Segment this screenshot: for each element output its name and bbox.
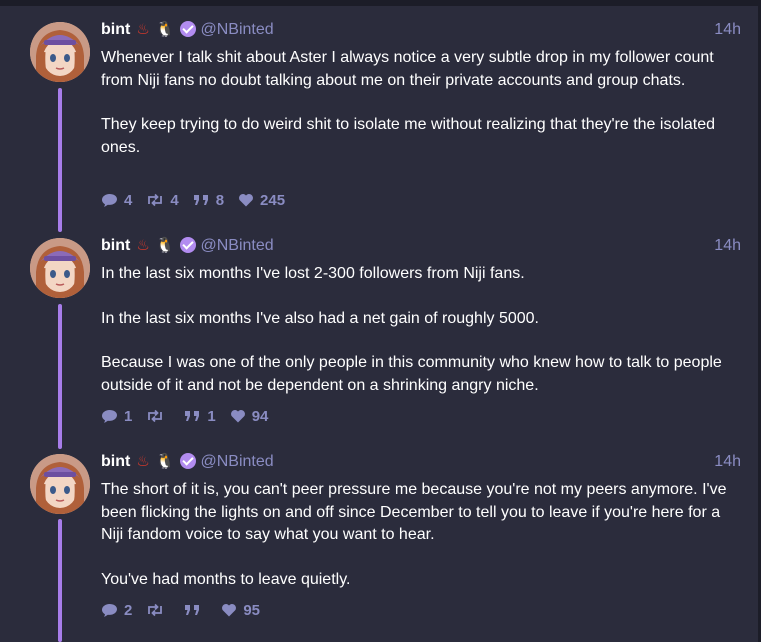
quote-count: 8: [215, 191, 225, 209]
reply-count: 4: [124, 191, 133, 209]
verified-icon: [180, 453, 197, 469]
quote-icon: [184, 410, 201, 422]
verified-icon: [180, 237, 197, 253]
reply-count: 1: [124, 407, 133, 425]
repost-button[interactable]: 4: [146, 191, 179, 209]
user-handle[interactable]: @NBinted: [200, 21, 273, 38]
post-body: The short of it is, you can't peer press…: [101, 479, 741, 591]
timestamp[interactable]: 14h: [714, 451, 741, 473]
post-body: Whenever I talk shit about Aster I alway…: [101, 47, 741, 159]
reply-count: 2: [124, 601, 133, 619]
thread-connector: [58, 519, 62, 642]
avatar[interactable]: [30, 22, 90, 82]
like-button[interactable]: 94: [230, 407, 269, 425]
reply-button[interactable]: 1: [101, 408, 132, 425]
avatar[interactable]: [30, 454, 90, 514]
quote-icon: [184, 604, 201, 616]
like-icon: [238, 193, 254, 207]
avatar-image: [30, 238, 90, 298]
repost-button[interactable]: [146, 603, 170, 617]
thread-connector: [58, 304, 62, 449]
hot-springs-emoji: ♨: [136, 237, 150, 254]
timestamp[interactable]: 14h: [714, 235, 741, 257]
post-paragraph: In the last six months I've also had a n…: [101, 309, 539, 327]
quote-button[interactable]: 1: [184, 407, 216, 425]
post-paragraph: Because I was one of the only people in …: [101, 354, 722, 394]
quote-button[interactable]: 8: [193, 192, 224, 209]
post-paragraph: Whenever I talk shit about Aster I alway…: [101, 49, 714, 89]
avatar-image: [30, 22, 90, 82]
reply-icon: [101, 409, 118, 424]
display-name[interactable]: bint: [101, 237, 130, 254]
repost-icon: [146, 603, 164, 617]
repost-button[interactable]: [146, 409, 170, 423]
post-header: bint ♨ 🐧 @NBinted 14h: [101, 451, 741, 473]
user-handle[interactable]: @NBinted: [200, 237, 273, 254]
thread-connector: [58, 88, 62, 232]
post-paragraph: In the last six months I've lost 2-300 f…: [101, 265, 525, 282]
user-handle[interactable]: @NBinted: [200, 453, 273, 470]
repost-icon: [146, 193, 164, 207]
quote-icon: [193, 194, 210, 206]
like-icon: [221, 603, 237, 617]
reply-button[interactable]: 2: [101, 602, 132, 619]
avatar-image: [30, 454, 90, 514]
post-paragraph: They keep trying to do weird shit to iso…: [101, 116, 716, 156]
like-button[interactable]: 95: [221, 602, 260, 619]
display-name[interactable]: bint: [101, 21, 130, 38]
avatar[interactable]: [30, 238, 90, 298]
hot-springs-emoji: ♨: [136, 21, 150, 38]
post[interactable]: bint ♨ 🐧 @NBinted 14h The short of it is, y…: [0, 439, 758, 642]
post-paragraph: You've had months to leave quietly.: [101, 570, 351, 588]
post-header: bint ♨ 🐧 @NBinted 14h: [101, 235, 741, 257]
post-header: bint ♨ 🐧 @NBinted 14h: [101, 19, 741, 41]
verified-icon: [180, 21, 197, 37]
quote-button[interactable]: [184, 604, 207, 616]
thread: bint ♨ 🐧 @NBinted 14h Whenever I talk shit …: [0, 6, 758, 642]
penguin-emoji: 🐧: [155, 453, 175, 470]
like-count: 95: [243, 601, 261, 619]
post[interactable]: bint ♨ 🐧 @NBinted 14h Whenever I talk shit …: [0, 6, 758, 232]
reply-icon: [101, 193, 118, 208]
like-count: 94: [251, 407, 269, 425]
quote-count: 1: [207, 407, 216, 425]
reply-button[interactable]: 4: [101, 192, 132, 209]
timestamp[interactable]: 14h: [714, 19, 741, 41]
post-paragraph: The short of it is, you can't peer press…: [101, 481, 727, 543]
penguin-emoji: 🐧: [155, 237, 175, 254]
like-count: 245: [260, 191, 286, 209]
reply-icon: [101, 603, 118, 618]
repost-icon: [146, 409, 164, 423]
like-button[interactable]: 245: [238, 192, 285, 209]
hot-springs-emoji: ♨: [136, 453, 150, 470]
repost-count: 4: [170, 191, 179, 209]
post-actions: 2 95: [101, 599, 274, 621]
post-body: In the last six months I've lost 2-300 f…: [101, 263, 741, 397]
post-actions: 4 4 8 245: [101, 189, 299, 211]
post-actions: 1 1 94: [101, 405, 282, 427]
like-icon: [230, 409, 246, 423]
display-name[interactable]: bint: [101, 453, 130, 470]
post[interactable]: bint ♨ 🐧 @NBinted 14h In the last six month…: [0, 222, 758, 449]
penguin-emoji: 🐧: [155, 21, 175, 38]
